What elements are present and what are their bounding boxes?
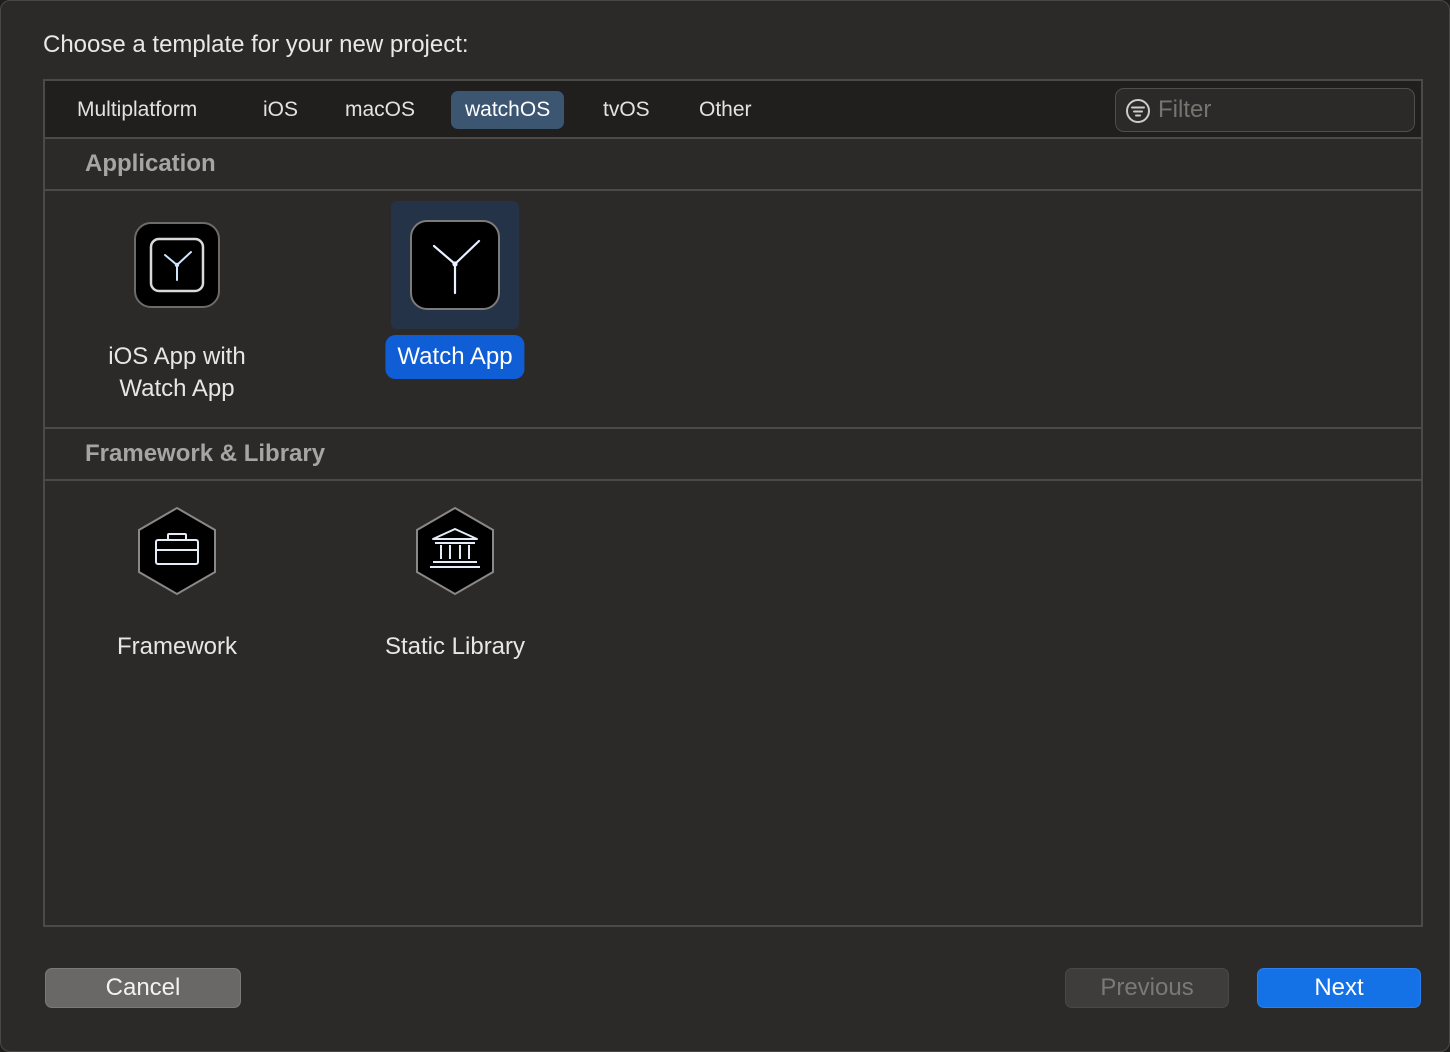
template-icon-container — [113, 201, 241, 329]
template-framework[interactable]: Framework — [77, 501, 277, 671]
template-static-library[interactable]: Static Library — [355, 501, 555, 671]
tab-tvos[interactable]: tvOS — [589, 91, 664, 129]
section-title: Application — [85, 150, 216, 177]
template-label-selected: Watch App — [385, 335, 525, 379]
template-icon-container — [391, 201, 519, 329]
template-label-line: Watch App — [119, 375, 235, 402]
template-label: Framework — [116, 633, 237, 660]
tab-multiplatform[interactable]: Multiplatform — [63, 91, 211, 129]
template-ios-app-with-watch-app[interactable]: iOS App with Watch App — [77, 201, 277, 421]
section-title: Framework & Library — [85, 440, 326, 467]
dialog-prompt: Choose a template for your new project: — [43, 31, 469, 58]
platform-tab-bar: Multiplatform iOS macOS watchOS tvOS Oth… — [45, 81, 1421, 139]
library-building-hexagon-icon — [416, 506, 494, 596]
template-icon-container — [405, 501, 505, 601]
tab-ios[interactable]: iOS — [249, 91, 312, 129]
template-panel: Multiplatform iOS macOS watchOS tvOS Oth… — [43, 79, 1423, 927]
template-chooser-dialog: Choose a template for your new project: … — [0, 0, 1450, 1052]
watch-app-icon — [134, 222, 220, 308]
cancel-button[interactable]: Cancel — [45, 968, 241, 1008]
template-label: Static Library — [384, 633, 526, 660]
tab-other[interactable]: Other — [685, 91, 766, 129]
template-icon-container — [127, 501, 227, 601]
previous-button[interactable]: Previous — [1065, 968, 1229, 1008]
toolbox-hexagon-icon — [138, 506, 216, 596]
filter-icon — [1126, 99, 1150, 123]
filter-field[interactable] — [1115, 88, 1415, 132]
next-button[interactable]: Next — [1257, 968, 1421, 1008]
tab-watchos[interactable]: watchOS — [451, 91, 565, 129]
template-watch-app[interactable]: Watch App — [355, 201, 555, 421]
watch-app-icon — [410, 220, 500, 310]
filter-input[interactable] — [1158, 93, 1403, 127]
section-header-application: Application — [45, 139, 1421, 191]
tab-macos[interactable]: macOS — [331, 91, 429, 129]
section-header-framework-library: Framework & Library — [45, 429, 1421, 481]
template-label-line: iOS App with — [108, 343, 246, 370]
